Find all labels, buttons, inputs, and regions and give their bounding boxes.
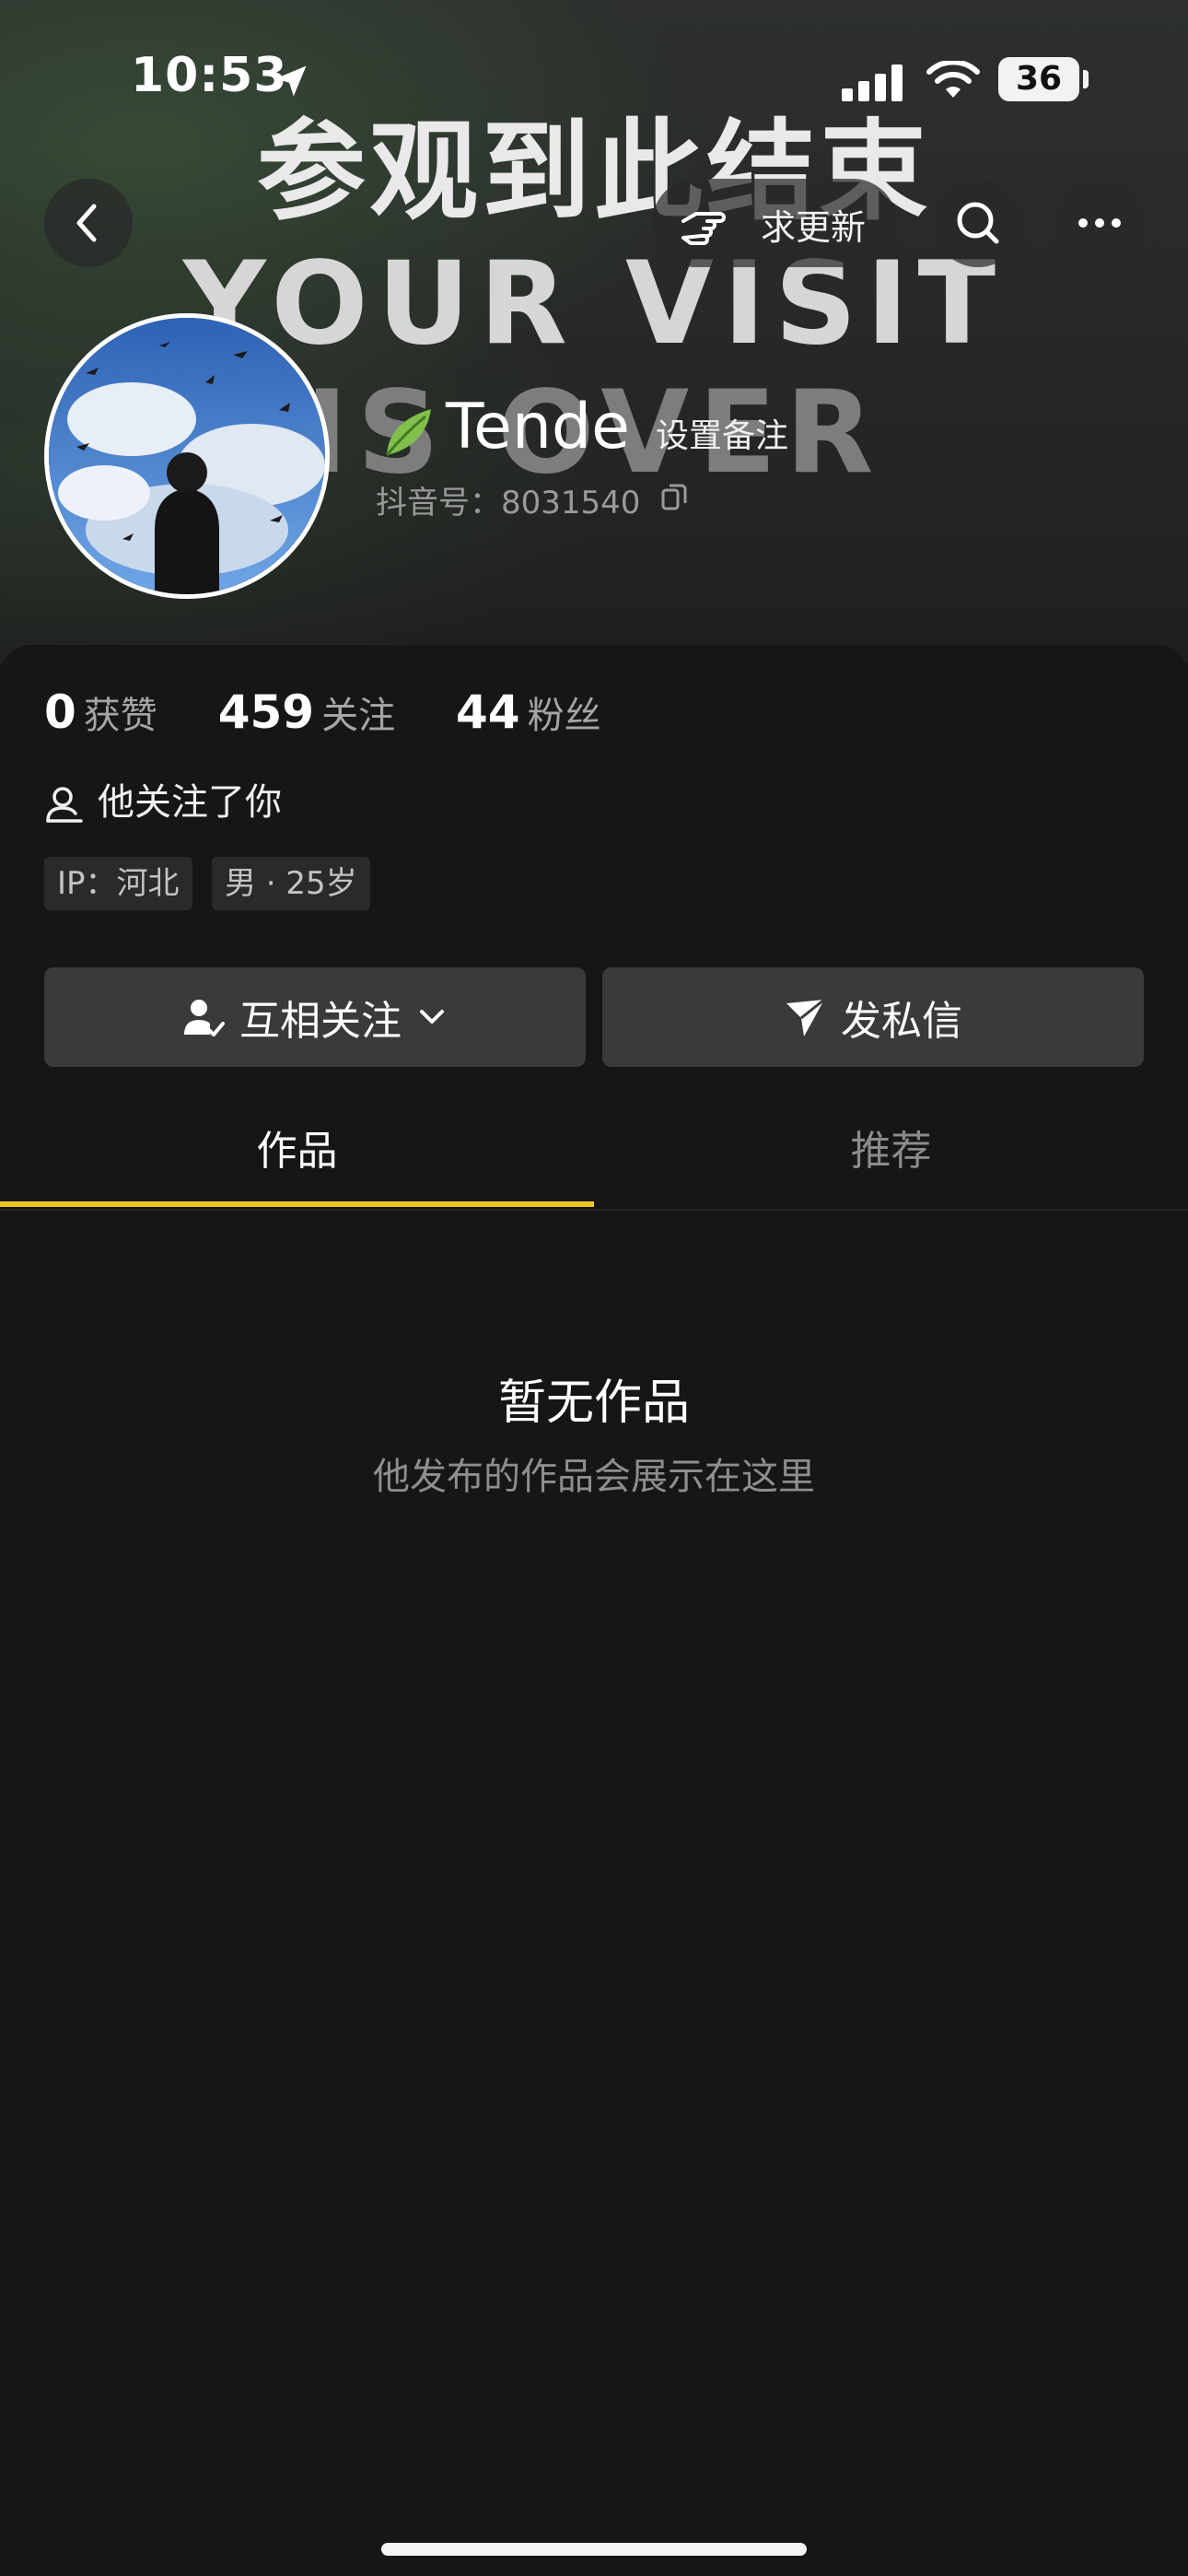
stat-following-count: 459 (217, 685, 315, 739)
leaf-icon (385, 409, 431, 456)
stat-likes[interactable]: 0 获赞 (44, 685, 157, 739)
back-button[interactable] (44, 179, 133, 267)
chevron-down-icon (420, 1010, 444, 1024)
user-icon (46, 787, 83, 823)
send-message-label: 发私信 (841, 998, 962, 1045)
location-arrow-icon (275, 65, 307, 97)
mutual-follow-label: 互相关注 (239, 998, 402, 1045)
battery-tip (1083, 70, 1089, 88)
stat-likes-count: 0 (44, 685, 76, 739)
stat-likes-label: 获赞 (83, 695, 157, 737)
search-icon (957, 202, 999, 244)
follows-you-indicator: 他关注了你 (44, 772, 282, 825)
signal-icon (842, 64, 903, 101)
tab-recommend[interactable]: 推荐 (594, 1106, 1188, 1209)
request-update-label: 求更新 (761, 207, 867, 248)
paper-plane-icon (786, 998, 825, 1036)
tab-works[interactable]: 作品 (0, 1106, 594, 1209)
empty-state-title: 暂无作品 (497, 1376, 690, 1431)
active-tab-underline (0, 1201, 594, 1207)
set-remark-button[interactable]: 设置备注 (656, 409, 788, 457)
pointing-hand-icon (681, 212, 726, 245)
douyin-id: 抖音号：8031540 (376, 485, 641, 521)
profile-content-panel (0, 645, 1188, 2576)
home-indicator[interactable] (381, 2543, 807, 2556)
wifi-icon (926, 61, 980, 98)
stat-following[interactable]: 459 关注 (218, 685, 395, 739)
back-icon (76, 204, 97, 242)
content-tabs: 作品 推荐 (0, 1106, 1188, 1211)
empty-state-subtitle: 他发布的作品会展示在这里 (373, 1456, 815, 1498)
follows-you-text: 他关注了你 (98, 781, 282, 824)
stat-followers[interactable]: 44 粉丝 (456, 685, 601, 739)
battery-level: 36 (998, 57, 1079, 101)
user-check-icon (184, 1000, 225, 1036)
avatar[interactable] (44, 313, 330, 599)
send-message-button[interactable]: 发私信 (602, 967, 1144, 1067)
avatar-image (49, 318, 325, 594)
gender-age-tag: 男 · 25岁 (212, 857, 370, 910)
stat-following-label: 关注 (321, 695, 396, 737)
more-icon (1078, 218, 1121, 228)
stat-followers-label: 粉丝 (527, 695, 601, 737)
ip-location-tag: IP：河北 (44, 857, 192, 910)
username: Tende (446, 391, 630, 463)
request-update-button[interactable]: 求更新 (652, 179, 897, 267)
status-time: 10:53 (131, 48, 288, 103)
stats-row: 0 获赞 459 关注 44 粉丝 (44, 685, 647, 739)
mutual-follow-button[interactable]: 互相关注 (44, 967, 586, 1067)
search-button[interactable] (934, 179, 1022, 267)
more-button[interactable] (1055, 179, 1144, 267)
stat-followers-count: 44 (455, 685, 520, 739)
copy-icon[interactable] (661, 483, 687, 510)
